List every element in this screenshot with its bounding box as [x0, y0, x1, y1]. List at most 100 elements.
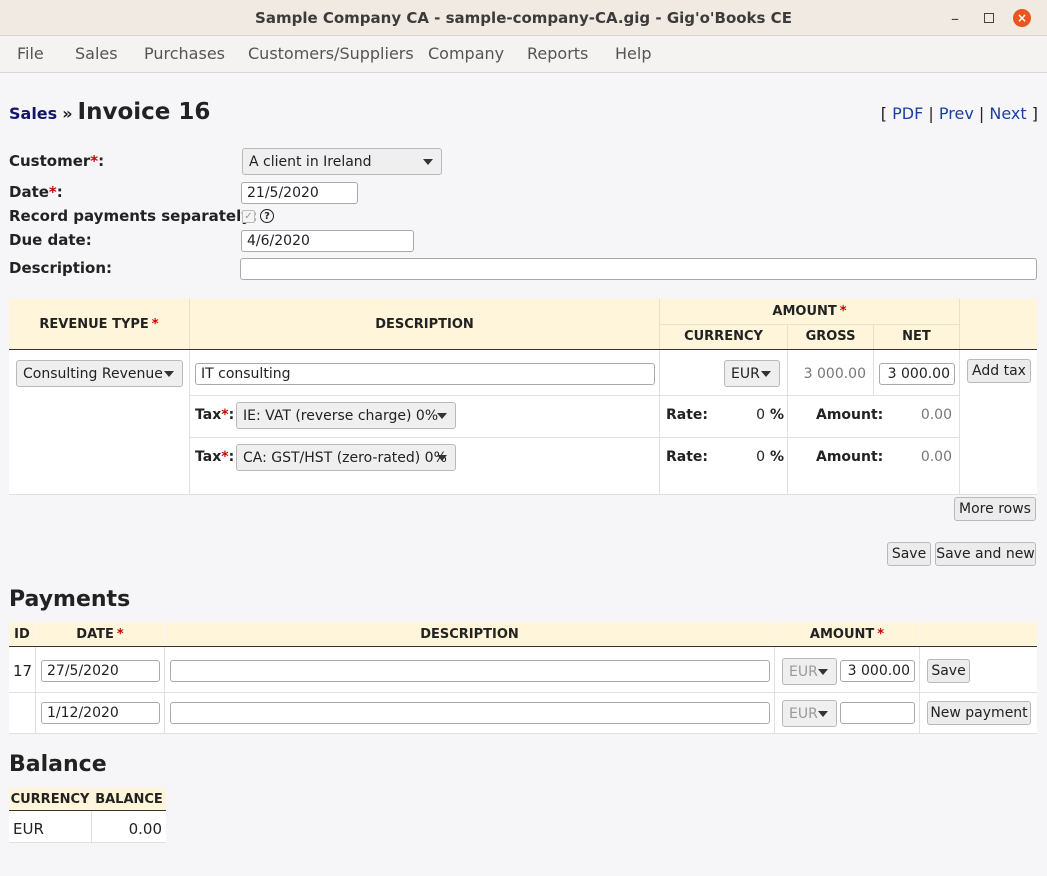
divider: [9, 494, 1037, 495]
breadcrumb: Sales » Invoice 16: [9, 99, 210, 125]
save-and-new-button[interactable]: Save and new: [935, 542, 1036, 566]
divider: [774, 647, 775, 734]
payment-description-field[interactable]: [170, 660, 770, 682]
tax-amount-label: Amount:: [816, 449, 884, 465]
payment-save-button[interactable]: Save: [927, 659, 970, 683]
payment-currency-select[interactable]: EUR: [782, 700, 837, 727]
close-icon: ×: [1013, 9, 1031, 27]
amount-header: AMOUNT *: [660, 299, 959, 324]
line-description-field[interactable]: IT consulting: [195, 363, 655, 385]
due-date-label: Due date:: [9, 231, 92, 249]
payment-amount-header: AMOUNT *: [775, 622, 919, 646]
more-rows-button[interactable]: More rows: [954, 497, 1036, 521]
line-currency-select[interactable]: EUR: [724, 360, 780, 387]
due-date-field[interactable]: 4/6/2020: [241, 230, 414, 252]
payment-date-field[interactable]: 1/12/2020: [41, 702, 160, 724]
payment-date-field[interactable]: 27/5/2020: [41, 660, 160, 682]
percent-sign: %: [770, 407, 785, 423]
date-field[interactable]: 21/5/2020: [241, 182, 358, 204]
page-title: Invoice 16: [77, 99, 211, 125]
net-amount-field[interactable]: 3 000.00: [879, 363, 955, 385]
bracket-open: [: [880, 104, 888, 123]
divider: [9, 692, 1037, 693]
tax-select-1[interactable]: IE: VAT (reverse charge) 0%: [236, 402, 456, 429]
payment-id-header: ID: [9, 622, 35, 646]
menu-sales[interactable]: Sales: [75, 44, 118, 63]
prev-link[interactable]: Prev: [939, 104, 974, 123]
divider: [190, 395, 960, 396]
maximize-icon: [984, 13, 994, 23]
date-label: Date*:: [9, 183, 63, 201]
divider: [959, 350, 960, 495]
document-nav-links: [ PDF | Prev | Next ]: [881, 104, 1038, 123]
link-separator: |: [978, 104, 985, 123]
menu-reports[interactable]: Reports: [527, 44, 588, 63]
balance-currency: EUR: [13, 820, 44, 838]
description-field[interactable]: [240, 258, 1037, 280]
payment-amount-field[interactable]: [840, 702, 915, 724]
chevron-down-icon: [761, 371, 771, 377]
payment-action-header: [920, 622, 1037, 646]
revenue-type-value: Consulting Revenue: [23, 365, 163, 382]
currency-value: EUR: [731, 365, 760, 382]
customer-select[interactable]: A client in Ireland: [242, 148, 442, 175]
percent-sign: %: [770, 449, 785, 465]
minimize-button[interactable]: –: [944, 0, 966, 36]
menu-purchases[interactable]: Purchases: [144, 44, 225, 63]
chevron-down-icon: [818, 711, 828, 717]
customer-label: Customer*:: [9, 152, 105, 170]
currency-header: CURRENCY: [660, 324, 787, 349]
net-header: NET: [874, 324, 959, 349]
tax-label: Tax*:: [195, 449, 235, 465]
divider: [659, 350, 660, 495]
add-tax-button[interactable]: Add tax: [967, 359, 1031, 383]
chevron-down-icon: [423, 159, 433, 165]
payment-date-header: DATE *: [36, 622, 164, 646]
divider: [91, 811, 92, 843]
menu-help[interactable]: Help: [615, 44, 651, 63]
help-icon[interactable]: ?: [260, 209, 274, 223]
breadcrumb-sales-link[interactable]: Sales: [9, 104, 57, 123]
balance-heading: Balance: [9, 752, 107, 777]
record-payments-label: Record payments separately:: [9, 207, 257, 225]
divider: [190, 437, 960, 438]
tax-value: IE: VAT (reverse charge) 0%: [243, 407, 439, 424]
window-titlebar: Sample Company CA - sample-company-CA.gi…: [0, 0, 1047, 36]
rate-label: Rate:: [666, 449, 709, 465]
action-header: [960, 299, 1037, 349]
maximize-button[interactable]: [978, 0, 1000, 36]
menu-file[interactable]: File: [17, 44, 44, 63]
menu-customers-suppliers[interactable]: Customers/Suppliers: [248, 44, 414, 63]
tax-amount-value: 0.00: [920, 449, 952, 465]
payment-currency-select[interactable]: EUR: [782, 658, 837, 685]
new-payment-button[interactable]: New payment: [927, 701, 1031, 725]
gross-value: 3 000.00: [803, 366, 866, 382]
balance-value: 0.00: [128, 820, 162, 838]
payment-amount-field[interactable]: 3 000.00: [840, 660, 915, 682]
menu-company[interactable]: Company: [428, 44, 504, 63]
tax-amount-label: Amount:: [816, 407, 884, 423]
currency-value: EUR: [789, 705, 818, 722]
description-label: Description:: [9, 259, 113, 277]
record-payments-checkbox[interactable]: ✓: [242, 210, 255, 223]
breadcrumb-separator: »: [62, 104, 73, 123]
payment-id: 17: [13, 662, 33, 680]
revenue-type-select[interactable]: Consulting Revenue: [16, 360, 183, 387]
save-button[interactable]: Save: [887, 542, 931, 566]
payment-description-field[interactable]: [170, 702, 770, 724]
link-separator: |: [928, 104, 934, 123]
divider: [9, 733, 1037, 734]
window-title: Sample Company CA - sample-company-CA.gi…: [255, 8, 792, 27]
payment-description-header: DESCRIPTION: [165, 622, 774, 646]
rate-label: Rate:: [666, 407, 709, 423]
tax-select-2[interactable]: CA: GST/HST (zero-rated) 0%: [236, 444, 456, 471]
pdf-link[interactable]: PDF: [892, 104, 923, 123]
description-header: DESCRIPTION: [190, 299, 659, 349]
divider: [873, 350, 874, 395]
close-button[interactable]: ×: [1011, 0, 1033, 36]
chevron-down-icon: [437, 455, 447, 461]
rate-value: 0: [756, 407, 765, 423]
divider: [35, 647, 36, 734]
tax-value: CA: GST/HST (zero-rated) 0%: [243, 449, 447, 466]
next-link[interactable]: Next: [989, 104, 1026, 123]
